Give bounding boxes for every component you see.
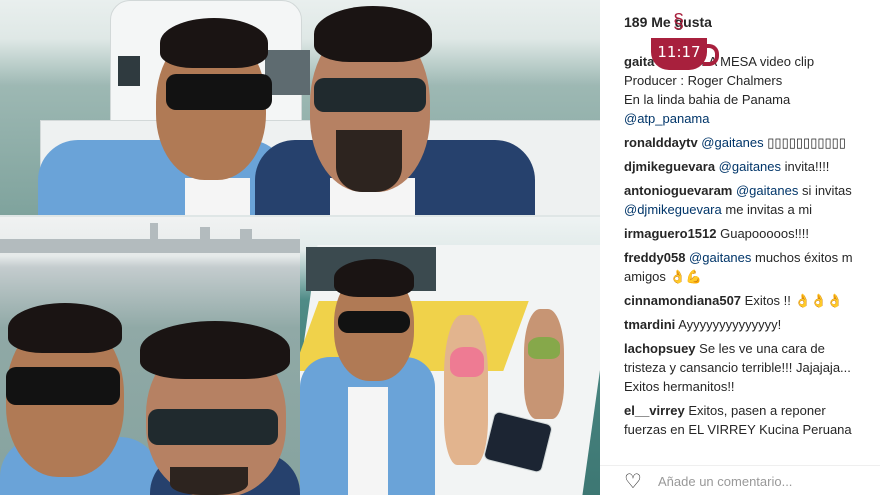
mention-link[interactable]: @gaitanes	[715, 159, 781, 174]
comment-line: djmikeguevara @gaitanes invita!!!!	[624, 157, 880, 176]
clock-overlay: § 11:17	[651, 11, 719, 74]
comment-username[interactable]: cinnamondiana507	[624, 293, 741, 308]
person-sunbathing	[524, 309, 564, 419]
comment-text: invita!!!!	[781, 159, 830, 174]
add-comment-input[interactable]: Añade un comentario...	[658, 474, 792, 489]
comment-text: fuerzas en EL VIRREY Kucina Peruana	[624, 422, 852, 437]
person-sunbathing	[444, 315, 488, 465]
yacht-window	[118, 56, 140, 86]
mention-link[interactable]: @gaitanes	[698, 135, 763, 150]
mention-link[interactable]: @gaitanes	[732, 183, 798, 198]
comment-username[interactable]: tmardini	[624, 317, 675, 332]
comment-username[interactable]: djmikeguevara	[624, 159, 715, 174]
comment-item: djmikeguevara @gaitanes invita!!!!	[624, 157, 880, 176]
sunglasses	[166, 74, 272, 110]
comment-line: Exitos hermanitos!!	[624, 377, 880, 396]
comment-line: tmardini Ayyyyyyyyyyyyyy!	[624, 315, 880, 334]
comment-text: Exitos, pasen a reponer	[684, 403, 826, 418]
goatee	[170, 467, 248, 495]
comment-line: fuerzas en EL VIRREY Kucina Peruana	[624, 420, 880, 439]
swimsuit	[450, 347, 484, 377]
steam-icon: §	[673, 11, 685, 33]
photo-top-selfie	[0, 0, 600, 215]
comment-line: antonioguevaram @gaitanes si invitas	[624, 181, 880, 200]
comment-item: antonioguevaram @gaitanes si invitas @djm…	[624, 181, 880, 219]
swimsuit	[528, 337, 560, 359]
comment-text: Producer : Roger Chalmers	[624, 73, 783, 88]
comment-line: ronalddaytv @gaitanes ▯▯▯▯▯▯▯▯▯▯▯	[624, 133, 880, 152]
comment-item: el__virrey Exitos, pasen a reponer fuerza…	[624, 401, 880, 439]
sunglasses	[6, 367, 120, 405]
comment-line: En la linda bahia de Panama	[624, 90, 880, 109]
comment-item: tmardini Ayyyyyyyyyyyyyy!	[624, 315, 880, 334]
instagram-comments-panel: 189 Me gusta gaita mando LA MESA video c…	[600, 0, 880, 495]
comment-item: irmaguero1512 Guapooooos!!!!	[624, 224, 880, 243]
comment-footer: ♡ Añade un comentario...	[600, 465, 880, 496]
sunglasses	[338, 311, 410, 333]
photo-bottom-right-deck	[300, 217, 600, 495]
mention-link[interactable]: @djmikeguevara	[624, 202, 722, 217]
comment-username[interactable]: lachopsuey	[624, 341, 696, 356]
comment-item: cinnamondiana507 Exitos !! 👌👌👌	[624, 291, 880, 310]
comment-text: Ayyyyyyyyyyyyyy!	[675, 317, 782, 332]
comment-list: gaita mando LA MESA video clip Producer :…	[624, 52, 880, 444]
comment-text: Exitos hermanitos!!	[624, 379, 735, 394]
comment-username[interactable]: irmaguero1512	[624, 226, 717, 241]
comment-line: lachopsuey Se les ve una cara de	[624, 339, 880, 358]
comment-line: tristeza y cansancio terrible!!! Jajajaj…	[624, 358, 880, 377]
comment-text: amigos 👌💪	[624, 269, 702, 284]
mention-link[interactable]: @atp_panama	[624, 111, 709, 126]
comment-username[interactable]: ronalddaytv	[624, 135, 698, 150]
comment-username[interactable]: gaita	[624, 54, 654, 69]
photo-collage	[0, 0, 600, 495]
sunglasses	[314, 78, 426, 112]
comment-item: freddy058 @gaitanes muchos éxitos m amigo…	[624, 248, 880, 286]
comment-username[interactable]: antonioguevaram	[624, 183, 732, 198]
heart-icon[interactable]: ♡	[624, 472, 642, 492]
comment-line: amigos 👌💪	[624, 267, 880, 286]
comment-line: el__virrey Exitos, pasen a reponer	[624, 401, 880, 420]
comment-text: Guapooooos!!!!	[716, 226, 810, 241]
comment-text: En la linda bahia de Panama	[624, 92, 791, 107]
comment-text: Exitos !! 👌👌👌	[741, 293, 844, 308]
comment-line: @djmikeguevara me invitas a mi	[624, 200, 880, 219]
sunglasses	[148, 409, 278, 445]
comment-text: tristeza y cansancio terrible!!! Jajajaj…	[624, 360, 851, 375]
comment-line: irmaguero1512 Guapooooos!!!!	[624, 224, 880, 243]
comment-line: freddy058 @gaitanes muchos éxitos m	[624, 248, 880, 267]
comment-text: si invitas	[798, 183, 852, 198]
comment-text: ▯▯▯▯▯▯▯▯▯▯▯	[763, 135, 846, 150]
comment-username[interactable]: el__virrey	[624, 403, 685, 418]
comment-text: muchos éxitos m	[751, 250, 853, 265]
comment-username[interactable]: freddy058	[624, 250, 685, 265]
comment-text: me invitas a mi	[721, 202, 813, 217]
photo-bottom-left-selfie	[0, 217, 300, 495]
mention-link[interactable]: @gaitanes	[685, 250, 751, 265]
comment-item: ronalddaytv @gaitanes ▯▯▯▯▯▯▯▯▯▯▯	[624, 133, 880, 152]
overlay-time: 11:17	[657, 43, 701, 61]
city-skyline	[150, 223, 158, 253]
goatee	[336, 130, 402, 192]
comment-item: lachopsuey Se les ve una cara de tristeza…	[624, 339, 880, 396]
comment-line: cinnamondiana507 Exitos !! 👌👌👌	[624, 291, 880, 310]
city-skyline	[240, 229, 252, 253]
comment-text: Se les ve una cara de	[695, 341, 825, 356]
comment-line: @atp_panama	[624, 109, 880, 128]
city-skyline	[200, 227, 210, 253]
